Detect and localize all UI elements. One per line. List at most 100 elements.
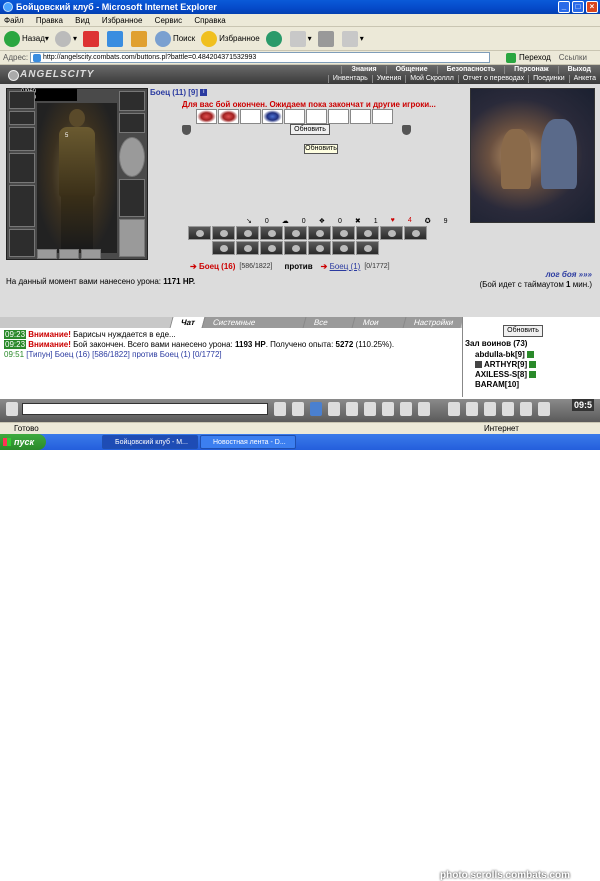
skill-button[interactable]	[356, 226, 379, 240]
search-button[interactable]: Поиск	[154, 30, 195, 47]
skill-button[interactable]	[308, 241, 331, 255]
slot-armor[interactable]	[9, 185, 35, 227]
menu-tools[interactable]: Сервис	[155, 16, 182, 25]
log-icon[interactable]	[418, 402, 430, 416]
room-user[interactable]: BARAM[10]	[475, 380, 519, 389]
menu-favorites[interactable]: Избранное	[102, 16, 143, 25]
skill-button[interactable]	[260, 241, 283, 255]
skill-button[interactable]	[236, 241, 259, 255]
tool-icon[interactable]	[466, 402, 478, 416]
print-button[interactable]	[317, 30, 336, 47]
hit-slot[interactable]	[284, 109, 305, 124]
room-user[interactable]: abdulla-bk[9]	[475, 350, 534, 359]
menu-view[interactable]: Вид	[75, 16, 89, 25]
close-button[interactable]: ×	[586, 1, 598, 13]
back-button[interactable]: Назад ▾	[4, 30, 49, 47]
slot-ring-3[interactable]	[81, 249, 101, 259]
nav-security[interactable]: Безопасность	[436, 66, 505, 74]
skill-button[interactable]	[332, 226, 355, 240]
clear-icon[interactable]	[328, 402, 340, 416]
edit-button[interactable]: ▾	[341, 30, 364, 47]
refresh-page-button[interactable]	[106, 30, 125, 47]
skill-button[interactable]	[236, 226, 259, 240]
filter-icon[interactable]	[310, 402, 322, 416]
site-logo[interactable]: ANGELSCITY	[8, 67, 94, 82]
slot-weapon[interactable]	[9, 153, 35, 183]
info-icon[interactable]: i	[200, 89, 208, 97]
info-icon[interactable]	[529, 361, 537, 368]
slot-earrings[interactable]	[9, 111, 35, 125]
skill-button[interactable]	[284, 241, 307, 255]
battle-log-link[interactable]: лог боя »»»	[479, 270, 592, 280]
home-button[interactable]	[130, 30, 149, 47]
hit-slot[interactable]	[372, 109, 393, 124]
user-icon[interactable]	[346, 402, 358, 416]
skill-button[interactable]	[260, 226, 283, 240]
go-button[interactable]: Переход	[506, 52, 551, 63]
chat-input[interactable]	[22, 403, 268, 415]
slot-ring-2[interactable]	[59, 249, 79, 259]
links-label[interactable]: Ссылки	[559, 53, 587, 62]
stop-button[interactable]	[82, 30, 101, 47]
slot-gloves[interactable]	[119, 91, 145, 111]
nav-exit[interactable]: Выход	[557, 66, 600, 74]
slot-boots[interactable]	[119, 219, 145, 257]
tab-settings[interactable]: Настройки	[402, 317, 464, 328]
smiley-icon[interactable]	[292, 402, 304, 416]
left-fighter-name[interactable]: Боец (16)	[199, 262, 235, 271]
skill-button[interactable]	[380, 226, 403, 240]
skill-button[interactable]	[212, 241, 235, 255]
send-icon[interactable]	[274, 402, 286, 416]
hit-slot[interactable]	[328, 109, 349, 124]
start-button[interactable]: пуск	[0, 434, 46, 450]
nav-inventory[interactable]: Инвентарь	[327, 75, 372, 83]
slot-ring-1[interactable]	[37, 249, 57, 259]
taskbar-item[interactable]: Новостная лента - D...	[200, 435, 296, 449]
taskbar-item[interactable]: Бойцовский клуб - M...	[102, 435, 198, 449]
slot-leggings[interactable]	[119, 179, 145, 217]
tab-chat[interactable]: Чат	[169, 317, 206, 328]
room-refresh-button[interactable]: Обновить	[503, 325, 543, 337]
skill-button[interactable]	[332, 241, 355, 255]
tab-system[interactable]: Системные сообщения	[201, 317, 307, 338]
skill-button[interactable]	[188, 226, 211, 240]
info-icon[interactable]	[529, 371, 537, 378]
music-icon[interactable]	[364, 402, 376, 416]
skill-button[interactable]	[308, 226, 331, 240]
refresh-button[interactable]: Обновить	[290, 124, 330, 135]
tool-icon[interactable]	[502, 402, 514, 416]
maximize-button[interactable]: □	[572, 1, 584, 13]
room-user[interactable]: AXILESS-S[8]	[475, 370, 537, 379]
menu-edit[interactable]: Правка	[36, 16, 63, 25]
forward-button[interactable]: ▾	[54, 30, 77, 47]
favorites-button[interactable]: Избранное	[201, 30, 260, 47]
slot-amulet[interactable]	[9, 127, 35, 151]
slot-helmet[interactable]	[9, 91, 35, 109]
hit-slot[interactable]	[350, 109, 371, 124]
tool-icon[interactable]	[448, 402, 460, 416]
hit-slot[interactable]	[262, 109, 283, 124]
sound-icon[interactable]	[400, 402, 412, 416]
hit-slot[interactable]	[196, 109, 217, 124]
slot-belt[interactable]	[9, 229, 35, 257]
media-button[interactable]	[265, 30, 284, 47]
tool-icon[interactable]	[484, 402, 496, 416]
skill-button[interactable]	[212, 226, 235, 240]
nav-knowledge[interactable]: Знания	[341, 66, 385, 74]
skill-button[interactable]	[284, 226, 307, 240]
hit-slot[interactable]	[218, 109, 239, 124]
right-fighter-name[interactable]: Боец (1)	[330, 262, 361, 271]
nav-duels[interactable]: Поединки	[528, 75, 569, 83]
info-icon[interactable]	[526, 351, 534, 358]
nav-character[interactable]: Персонаж	[504, 66, 557, 74]
nav-scroll[interactable]: Мой Скроллл	[405, 75, 458, 83]
nav-transfers[interactable]: Отчет о переводах	[457, 75, 528, 83]
translit-icon[interactable]	[382, 402, 394, 416]
menu-help[interactable]: Справка	[194, 16, 225, 25]
nav-skills[interactable]: Умения	[371, 75, 405, 83]
nav-communication[interactable]: Общение	[385, 66, 437, 74]
skill-button[interactable]	[404, 226, 427, 240]
opponent-name[interactable]: Боец (11) [9]	[150, 88, 198, 97]
mail-button[interactable]: ▾	[289, 30, 312, 47]
menu-file[interactable]: Файл	[4, 16, 24, 25]
